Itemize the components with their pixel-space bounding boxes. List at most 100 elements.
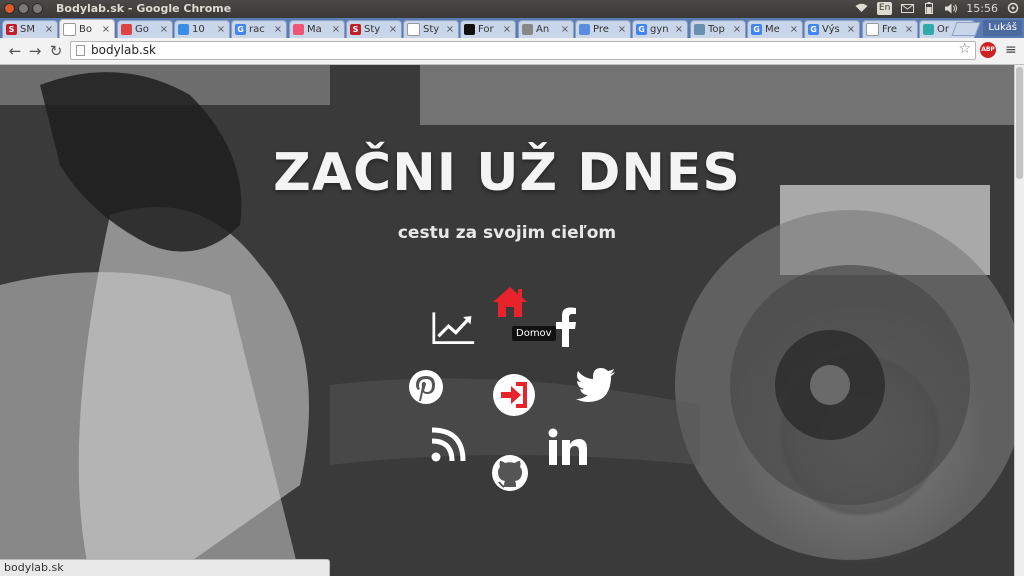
tab-favicon-icon <box>407 23 420 36</box>
window-close-button[interactable] <box>4 3 15 14</box>
rss-icon[interactable] <box>426 423 470 467</box>
tab[interactable]: Ma × <box>289 20 345 38</box>
tab-strip: Or×Fre×GVýs×GMe×Top×Ggyn×Pre×An×For×Sty×… <box>0 18 1024 38</box>
tab[interactable]: Pre × <box>575 20 631 38</box>
battery-icon[interactable] <box>922 1 936 15</box>
tab-label: Pre <box>593 24 609 35</box>
system-tray: En 15:56 <box>855 1 1020 15</box>
tab[interactable]: G Me × <box>747 20 803 38</box>
tab[interactable]: For × <box>460 20 516 38</box>
tab-label: Ma <box>307 24 322 35</box>
hero-subtitle: cestu za svojim cieľom <box>397 223 617 243</box>
url-text[interactable]: bodylab.sk <box>91 43 156 57</box>
tab-close-icon[interactable]: × <box>617 24 627 35</box>
tab-label: Sty <box>423 24 440 35</box>
tab-label: Výs <box>822 24 840 35</box>
pinterest-icon[interactable] <box>404 365 448 409</box>
tab-label: Bo <box>79 23 92 35</box>
tab-close-icon[interactable]: × <box>44 24 54 35</box>
profile-button[interactable]: Lukáš <box>983 20 1022 36</box>
tab-close-icon[interactable]: × <box>732 24 742 35</box>
tab-close-icon[interactable]: × <box>216 24 226 35</box>
mail-icon[interactable] <box>900 1 914 15</box>
tab[interactable]: Go × <box>117 20 173 38</box>
tab-label: Go <box>135 24 149 35</box>
bookmark-star-icon[interactable]: ☆ <box>958 41 971 57</box>
tab-favicon-icon: G <box>636 24 647 35</box>
tab[interactable]: 10 × <box>174 20 230 38</box>
tab[interactable]: Ggyn × <box>632 20 688 38</box>
tab-close-icon[interactable]: × <box>273 24 283 35</box>
tab-close-icon[interactable]: × <box>502 24 512 35</box>
tab-close-icon[interactable]: × <box>101 24 111 35</box>
status-bubble: bodylab.sk <box>0 559 330 576</box>
tab-label: An <box>536 24 550 35</box>
tab[interactable]: S SM × <box>2 20 58 38</box>
github-icon[interactable] <box>488 451 532 495</box>
page-viewport: ZAČNI UŽ DNES cestu za svojim cieľom Dom… <box>0 65 1014 576</box>
tab[interactable]: G Výs × <box>804 20 860 38</box>
tab-favicon-icon: S <box>350 24 361 35</box>
window-minimize-button[interactable] <box>18 3 29 14</box>
tab-close-icon[interactable]: × <box>674 24 684 35</box>
facebook-icon[interactable] <box>544 305 588 349</box>
power-gear-icon[interactable] <box>1006 1 1020 15</box>
tab-favicon-icon: G <box>751 24 762 35</box>
tab-close-icon[interactable]: × <box>331 24 341 35</box>
tab[interactable]: Fre × <box>862 20 918 38</box>
tab-label: 10 <box>192 24 205 35</box>
tab-favicon-icon <box>923 24 934 35</box>
tab-favicon-icon: S <box>6 24 17 35</box>
tab-favicon-icon <box>522 24 533 35</box>
chrome-menu-icon[interactable]: ≡ <box>1005 42 1017 58</box>
adblock-plus-icon[interactable]: ABP <box>980 42 996 58</box>
tab-close-icon[interactable]: × <box>560 24 570 35</box>
tab[interactable]: Top × <box>690 20 746 38</box>
tab-label: gyn <box>650 24 669 35</box>
tab-label: Me <box>765 24 780 35</box>
window-title: Bodylab.sk - Google Chrome <box>56 2 232 15</box>
linkedin-icon[interactable] <box>546 425 590 469</box>
stats-chart-icon[interactable] <box>432 306 476 350</box>
new-tab-button[interactable] <box>951 22 981 36</box>
tab-favicon-icon <box>293 24 304 35</box>
scrollbar-thumb[interactable] <box>1016 67 1023 179</box>
tab-favicon-icon <box>866 23 879 36</box>
tab-favicon-icon <box>579 24 590 35</box>
keyboard-layout-indicator[interactable]: En <box>876 1 893 15</box>
tab-label: rac <box>249 24 265 35</box>
wifi-icon[interactable] <box>855 1 869 15</box>
tab-label: Top <box>708 24 725 35</box>
tab-close-icon[interactable]: × <box>904 24 914 35</box>
volume-icon[interactable] <box>944 1 958 15</box>
tab-close-icon[interactable]: × <box>846 24 856 35</box>
tab[interactable]: Bo × <box>59 19 115 38</box>
address-bar[interactable]: bodylab.sk ☆ <box>70 41 976 60</box>
home-icon[interactable] <box>488 280 532 324</box>
tab-label: SM <box>20 24 35 35</box>
tab[interactable]: Grac × <box>231 20 287 38</box>
back-arrow-icon[interactable]: ← <box>6 42 24 60</box>
twitter-icon[interactable] <box>574 363 618 407</box>
tab[interactable]: An × <box>518 20 574 38</box>
tab-favicon-icon <box>121 24 132 35</box>
tab[interactable]: Sty × <box>403 20 459 38</box>
tab[interactable]: S Sty × <box>346 20 402 38</box>
tab-close-icon[interactable]: × <box>388 24 398 35</box>
tab-close-icon[interactable]: × <box>789 24 799 35</box>
tab-favicon-icon: G <box>235 24 246 35</box>
tab-favicon-icon <box>464 24 475 35</box>
reload-icon[interactable]: ↻ <box>47 42 65 60</box>
tab-favicon-icon <box>178 24 189 35</box>
window-titlebar: Bodylab.sk - Google Chrome En 15:56 <box>0 0 1024 18</box>
clock[interactable]: 15:56 <box>966 2 998 15</box>
tab-label: Fre <box>882 24 898 35</box>
tab-favicon-icon <box>694 24 705 35</box>
window-maximize-button[interactable] <box>32 3 43 14</box>
window-controls <box>4 3 43 14</box>
tab-close-icon[interactable]: × <box>159 24 169 35</box>
login-icon[interactable] <box>492 373 536 417</box>
page-scrollbar[interactable] <box>1014 65 1024 576</box>
tab-close-icon[interactable]: × <box>445 24 455 35</box>
forward-arrow-icon[interactable]: → <box>26 42 44 60</box>
